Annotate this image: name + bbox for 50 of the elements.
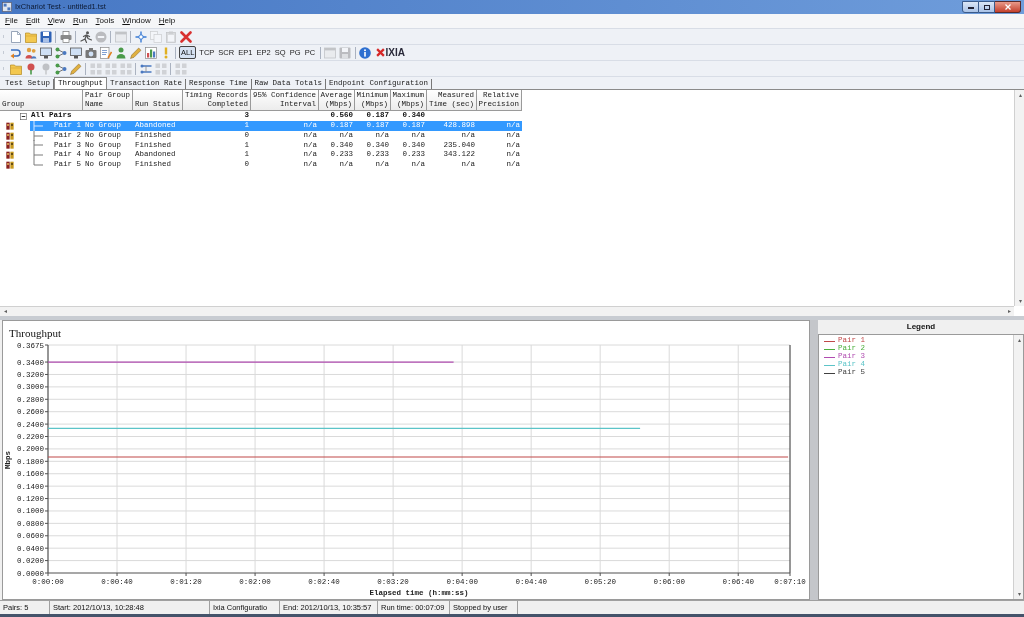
menu-item[interactable]: Run (69, 17, 91, 25)
person-icon[interactable] (114, 46, 127, 59)
minimize-icon (967, 7, 974, 9)
monitor-icon[interactable] (39, 46, 52, 59)
menu-item[interactable]: File (2, 17, 21, 25)
menu-item[interactable]: Edit (22, 17, 43, 25)
printer-icon[interactable] (59, 30, 72, 43)
horizontal-scrollbar[interactable] (0, 306, 1014, 316)
vertical-scrollbar[interactable] (1013, 335, 1023, 599)
curved-arrow-icon[interactable] (9, 46, 22, 59)
bar-chart-icon[interactable] (144, 46, 157, 59)
triangle-left-icon (3, 309, 7, 314)
x-mark-icon (375, 48, 385, 57)
network-icon[interactable] (54, 46, 67, 59)
menu-item[interactable]: Tools (92, 17, 118, 25)
menu-item[interactable]: View (44, 17, 68, 25)
logo-text: IXIA (385, 47, 406, 58)
triangle-up-icon (1016, 338, 1022, 342)
document-icon[interactable] (9, 30, 22, 43)
triangle-down-icon (1016, 592, 1022, 596)
collapse-icon[interactable] (20, 112, 27, 120)
triangle-up-icon (1017, 93, 1023, 97)
vertical-scrollbar[interactable] (1014, 90, 1024, 306)
app-icon[interactable] (2, 2, 12, 12)
info-icon[interactable] (359, 46, 372, 59)
menu-item[interactable]: Window (119, 17, 154, 25)
running-figure-icon[interactable] (79, 30, 92, 43)
triangle-right-icon (1007, 309, 1011, 314)
panel-title: Legend (905, 321, 937, 333)
maximize-icon (983, 4, 990, 10)
tree-branch-icon (30, 150, 44, 161)
crosshair-icon[interactable] (134, 30, 147, 43)
triangle-down-icon (1017, 299, 1023, 303)
chart-title: Throughput (9, 327, 61, 339)
tree-branch-icon (30, 140, 44, 151)
linked-rows-icon[interactable] (139, 62, 152, 75)
people-icon[interactable] (24, 46, 37, 59)
maximize-button[interactable] (979, 1, 995, 13)
tree-branch-icon (30, 130, 44, 141)
minimize-button[interactable] (962, 1, 979, 13)
camera-icon[interactable] (84, 46, 97, 59)
close-button[interactable] (995, 1, 1021, 13)
menu-item[interactable]: Help (155, 17, 179, 25)
cross-icon[interactable] (179, 30, 192, 43)
network-icon[interactable] (54, 62, 67, 75)
notepad-icon[interactable] (99, 46, 112, 59)
folder-icon[interactable] (9, 62, 22, 75)
close-icon (1004, 4, 1011, 10)
tree-branch-icon (30, 120, 44, 131)
monitor-icon[interactable] (69, 46, 82, 59)
